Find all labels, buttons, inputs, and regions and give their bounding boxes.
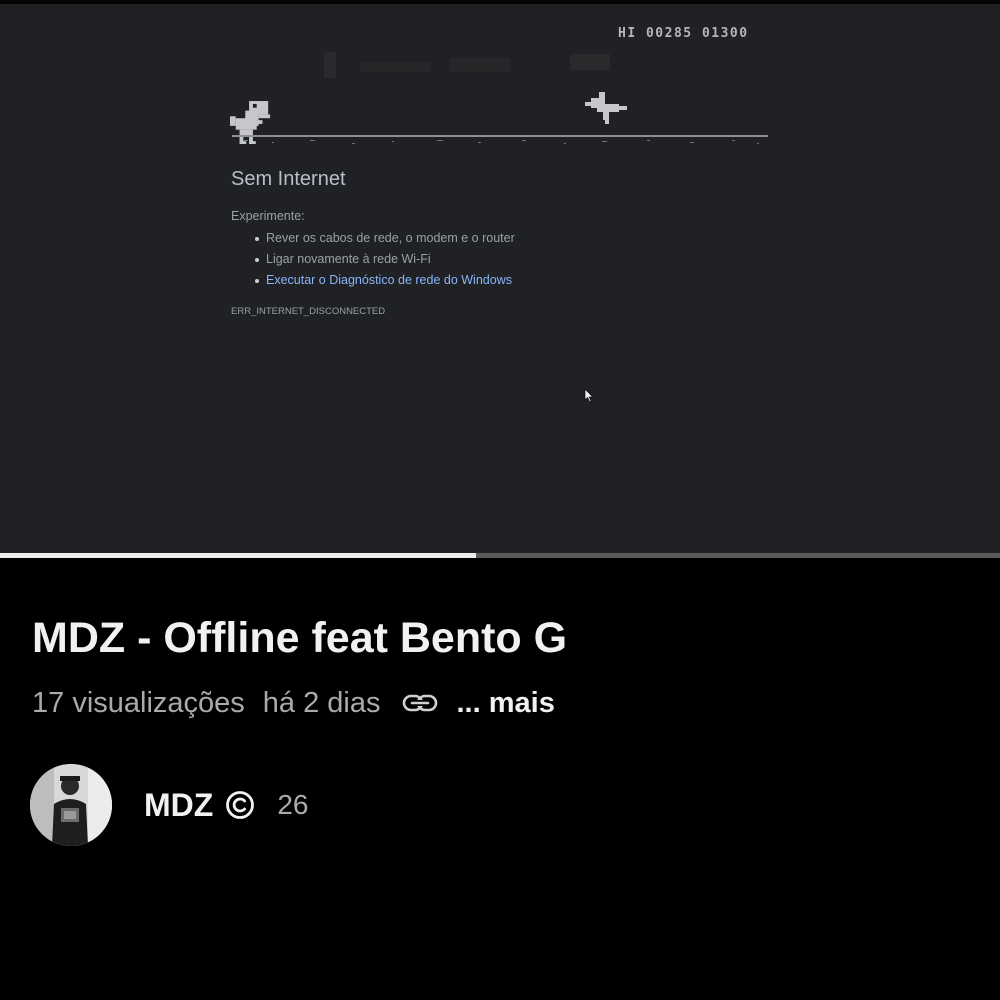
show-more-button[interactable]: ... mais <box>457 687 555 720</box>
copyright-circle-icon <box>226 791 255 819</box>
video-player[interactable]: HI 00285 01300 Sem Internet Experimente:… <box>0 0 1000 553</box>
video-progress-bar[interactable] <box>0 553 1000 558</box>
subscriber-count: 26 <box>277 789 309 820</box>
suggestion-item: Ligar novamente à rede Wi-Fi <box>255 251 515 272</box>
suggestion-item: Rever os cabos de rede, o modem e o rout… <box>255 230 515 251</box>
suggestions-list: Rever os cabos de rede, o modem e o rout… <box>255 230 515 293</box>
view-count: 17 visualizações <box>32 686 245 719</box>
avatar-photo <box>30 764 112 846</box>
game-score: HI 00285 01300 <box>618 26 749 41</box>
game-ground-texture <box>244 140 759 144</box>
channel-avatar[interactable] <box>30 764 112 846</box>
pterodactyl-icon <box>585 92 627 124</box>
upload-date: há 2 dias <box>262 686 381 719</box>
diagnostics-link: Executar o Diagnóstico de rede do Window… <box>255 272 515 293</box>
error-code: ERR_INTERNET_DISCONNECTED <box>231 306 386 317</box>
channel-row[interactable]: MDZ 26 <box>30 764 309 846</box>
video-progress-played <box>0 553 476 558</box>
video-top-edge <box>0 0 1000 4</box>
link-icon[interactable] <box>401 691 439 715</box>
video-title: MDZ - Offline feat Bento G <box>32 614 568 662</box>
suggestions-label: Experimente: <box>231 209 305 223</box>
channel-name[interactable]: MDZ <box>144 787 213 824</box>
error-title: Sem Internet <box>231 168 346 190</box>
faded-game-sprites <box>324 52 610 78</box>
mouse-cursor-icon <box>584 388 594 403</box>
video-metadata-row[interactable]: 17 visualizações há 2 dias ... mais <box>32 684 555 722</box>
game-ground-line <box>232 135 768 137</box>
